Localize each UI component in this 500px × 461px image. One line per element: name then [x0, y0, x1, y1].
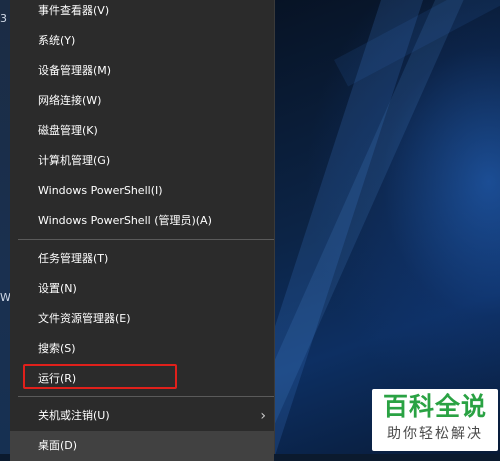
menu-item-label: 桌面(D) — [38, 439, 78, 452]
watermark-title: 百科全说 — [382, 392, 487, 421]
chevron-right-icon: › — [260, 408, 266, 424]
menu-item-network-connections[interactable]: 网络连接(W) — [10, 86, 274, 116]
menu-item-file-explorer[interactable]: 文件资源管理器(E) — [10, 304, 274, 334]
menu-item-label: 计算机管理(G) — [38, 154, 111, 167]
desktop-text-fragment: 3 — [0, 12, 7, 25]
menu-item-powershell[interactable]: Windows PowerShell(I) — [10, 176, 274, 206]
menu-separator — [18, 396, 274, 397]
menu-item-shutdown-signout[interactable]: 关机或注销(U) › — [10, 401, 274, 431]
menu-item-computer-management[interactable]: 计算机管理(G) — [10, 146, 274, 176]
desktop-wallpaper — [274, 0, 500, 454]
desktop-left-edge: 3 W — [0, 0, 11, 454]
menu-item-system[interactable]: 系统(Y) — [10, 26, 274, 56]
menu-item-label: 系统(Y) — [38, 34, 76, 47]
menu-item-label: Windows PowerShell(I) — [38, 184, 163, 197]
menu-item-label: 任务管理器(T) — [38, 252, 109, 265]
watermark-logo: 百科全说 助你轻松解决 — [372, 389, 498, 451]
menu-item-label: 事件查看器(V) — [38, 4, 110, 17]
menu-item-label: 网络连接(W) — [38, 94, 102, 107]
menu-item-search[interactable]: 搜索(S) — [10, 334, 274, 364]
watermark-subtitle: 助你轻松解决 — [387, 426, 483, 442]
menu-item-powershell-admin[interactable]: Windows PowerShell (管理员)(A) — [10, 206, 274, 236]
menu-item-device-manager[interactable]: 设备管理器(M) — [10, 56, 274, 86]
run-highlight-annotation — [23, 364, 177, 389]
menu-item-event-viewer[interactable]: 事件查看器(V) — [10, 0, 274, 26]
menu-item-settings[interactable]: 设置(N) — [10, 274, 274, 304]
menu-item-label: 磁盘管理(K) — [38, 124, 98, 137]
menu-item-label: 设置(N) — [38, 282, 77, 295]
menu-item-task-manager[interactable]: 任务管理器(T) — [10, 244, 274, 274]
menu-item-label: 关机或注销(U) — [38, 409, 110, 422]
menu-item-desktop[interactable]: 桌面(D) — [10, 431, 274, 461]
menu-item-label: Windows PowerShell (管理员)(A) — [38, 214, 212, 227]
menu-item-label: 搜索(S) — [38, 342, 76, 355]
menu-item-label: 设备管理器(M) — [38, 64, 112, 77]
menu-item-disk-management[interactable]: 磁盘管理(K) — [10, 116, 274, 146]
menu-item-label: 文件资源管理器(E) — [38, 312, 131, 325]
menu-separator — [18, 239, 274, 240]
